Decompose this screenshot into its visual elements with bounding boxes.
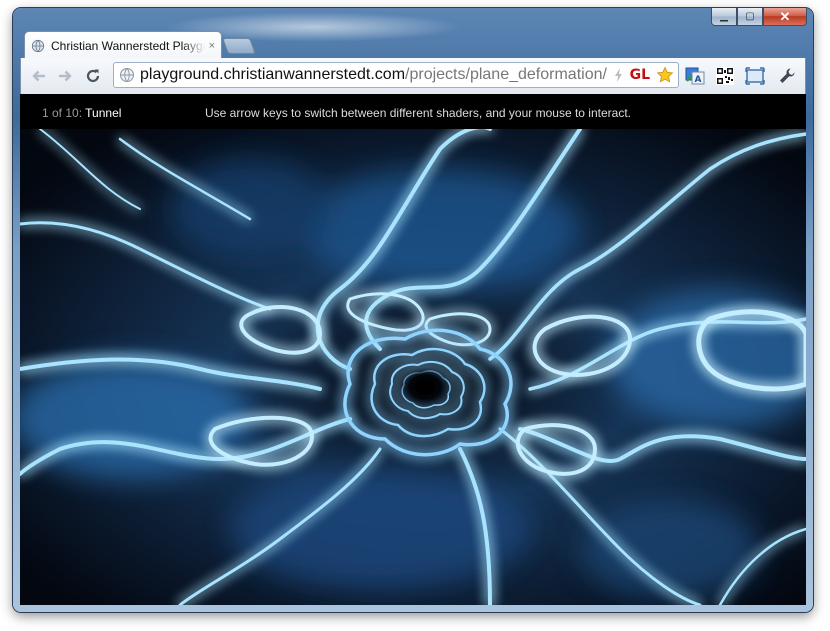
instructions-text: Use arrow keys to switch between differe… xyxy=(205,106,631,120)
tab-close-icon[interactable]: × xyxy=(209,40,215,52)
shader-canvas[interactable] xyxy=(20,129,806,605)
window-controls: ▁ ▢ ✕ xyxy=(711,8,807,28)
wrench-icon[interactable] xyxy=(777,66,797,86)
tab-title: Christian Wannerstedt Playground xyxy=(51,38,205,53)
svg-text:A: A xyxy=(695,75,702,85)
new-tab-button[interactable] xyxy=(222,38,256,54)
forward-arrow-icon[interactable] xyxy=(55,66,75,86)
shader-info-bar: 1 of 10: Tunnel Use arrow keys to switch… xyxy=(20,94,806,129)
star-icon[interactable] xyxy=(656,66,674,84)
reload-icon[interactable] xyxy=(83,66,103,86)
url-host: playground.christianwannerstedt.com xyxy=(140,66,406,83)
globe-icon xyxy=(31,39,45,52)
browser-tab[interactable]: Christian Wannerstedt Playground × xyxy=(24,31,222,59)
lightning-icon[interactable] xyxy=(614,67,624,83)
tunnel-shader-render xyxy=(20,129,806,605)
minimize-button[interactable]: ▁ xyxy=(711,8,737,26)
shader-name: Tunnel xyxy=(85,106,122,120)
url-path: /projects/plane_deformation/ xyxy=(405,66,607,83)
shader-index: 1 of 10: xyxy=(42,106,86,120)
webgl-badge[interactable]: GL xyxy=(630,67,650,83)
back-arrow-icon[interactable] xyxy=(29,66,49,86)
translate-icon[interactable]: A xyxy=(685,66,705,86)
site-info-globe-icon[interactable] xyxy=(119,67,135,83)
address-bar[interactable]: playground.christianwannerstedt.com/proj… xyxy=(113,62,679,88)
browser-toolbar: playground.christianwannerstedt.com/proj… xyxy=(20,58,806,94)
close-window-button[interactable]: ✕ xyxy=(763,8,807,26)
maximize-button[interactable]: ▢ xyxy=(737,8,763,26)
qr-code-icon[interactable] xyxy=(715,66,735,86)
shader-counter: 1 of 10: Tunnel xyxy=(42,106,121,120)
fullscreen-icon[interactable] xyxy=(745,66,765,86)
url-text: playground.christianwannerstedt.com/proj… xyxy=(140,66,607,84)
